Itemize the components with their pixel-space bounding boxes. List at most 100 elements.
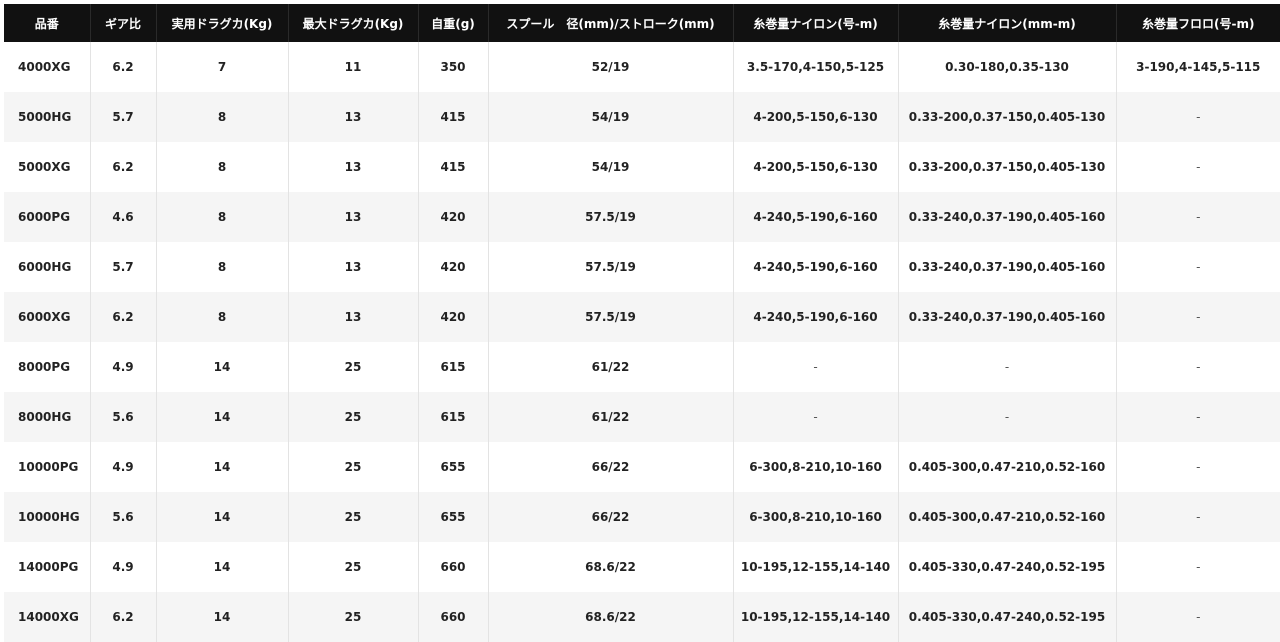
- cell-model: 14000PG: [4, 542, 91, 592]
- header-nylon-gou: 糸巻量ナイロン(号-m): [733, 4, 899, 42]
- header-model: 品番: [4, 4, 91, 42]
- cell-gear-ratio: 6.2: [90, 292, 157, 342]
- cell-practical-drag: 8: [156, 192, 289, 242]
- table-row: 14000XG 6.2 14 25 660 68.6/22 10-195,12-155,14…: [4, 592, 1280, 642]
- header-nylon-mm: 糸巻量ナイロン(mm-m): [898, 4, 1117, 42]
- cell-weight: 660: [418, 592, 489, 642]
- cell-model: 5000HG: [4, 92, 91, 142]
- cell-weight: 350: [418, 42, 489, 92]
- cell-fluoro-gou: -: [1116, 292, 1280, 342]
- cell-practical-drag: 14: [156, 592, 289, 642]
- cell-practical-drag: 8: [156, 242, 289, 292]
- cell-fluoro-gou: -: [1116, 92, 1280, 142]
- cell-nylon-mm: 0.33-200,0.37-150,0.405-130: [898, 92, 1117, 142]
- table-row: 5000HG 5.7 8 13 415 54/19 4-200,5-150,6-130 0.3…: [4, 92, 1280, 142]
- cell-practical-drag: 14: [156, 492, 289, 542]
- cell-max-drag: 25: [288, 592, 419, 642]
- cell-weight: 420: [418, 192, 489, 242]
- cell-max-drag: 13: [288, 242, 419, 292]
- cell-model: 14000XG: [4, 592, 91, 642]
- cell-fluoro-gou: 3-190,4-145,5-115: [1116, 42, 1280, 92]
- cell-nylon-gou: 4-240,5-190,6-160: [733, 192, 899, 242]
- cell-spool-stroke: 57.5/19: [488, 242, 734, 292]
- cell-practical-drag: 8: [156, 92, 289, 142]
- table-row: 8000HG 5.6 14 25 615 61/22- - -: [4, 392, 1280, 442]
- table-body: 4000XG 6.2 7 11 350 52/19 3.5-170,4-150,5-125 0…: [4, 42, 1280, 642]
- cell-model: 8000HG: [4, 392, 91, 442]
- reel-spec-table: 品番 ギア比 実用ドラグカ(Kg) 最大ドラグカ(Kg) 自重(g) スプール …: [4, 4, 1280, 642]
- cell-nylon-gou: 4-240,5-190,6-160: [733, 292, 899, 342]
- cell-weight: 415: [418, 142, 489, 192]
- cell-weight: 415: [418, 92, 489, 142]
- cell-model: 6000HG: [4, 242, 91, 292]
- header-weight: 自重(g): [418, 4, 489, 42]
- cell-max-drag: 13: [288, 142, 419, 192]
- cell-fluoro-gou: -: [1116, 192, 1280, 242]
- table-row: 5000XG 6.2 8 13 415 54/19 4-200,5-150,6-130 0.3…: [4, 142, 1280, 192]
- cell-practical-drag: 14: [156, 342, 289, 392]
- cell-nylon-gou: 10-195,12-155,14-140: [733, 542, 899, 592]
- cell-spool-stroke: 54/19: [488, 142, 734, 192]
- cell-nylon-mm: 0.33-200,0.37-150,0.405-130: [898, 142, 1117, 192]
- cell-model: 4000XG: [4, 42, 91, 92]
- cell-gear-ratio: 5.7: [90, 242, 157, 292]
- cell-nylon-mm: 0.405-300,0.47-210,0.52-160: [898, 492, 1117, 542]
- cell-nylon-gou: -: [733, 342, 899, 392]
- cell-nylon-gou: 4-240,5-190,6-160: [733, 242, 899, 292]
- cell-gear-ratio: 4.6: [90, 192, 157, 242]
- cell-fluoro-gou: -: [1116, 342, 1280, 392]
- cell-fluoro-gou: -: [1116, 542, 1280, 592]
- table-header: 品番 ギア比 実用ドラグカ(Kg) 最大ドラグカ(Kg) 自重(g) スプール …: [4, 4, 1280, 42]
- cell-gear-ratio: 5.6: [90, 492, 157, 542]
- cell-nylon-gou: 6-300,8-210,10-160: [733, 492, 899, 542]
- cell-max-drag: 25: [288, 392, 419, 442]
- cell-nylon-mm: 0.405-300,0.47-210,0.52-160: [898, 442, 1117, 492]
- cell-weight: 420: [418, 242, 489, 292]
- cell-practical-drag: 8: [156, 292, 289, 342]
- cell-weight: 420: [418, 292, 489, 342]
- cell-spool-stroke: 61/22: [488, 342, 734, 392]
- cell-max-drag: 25: [288, 442, 419, 492]
- cell-practical-drag: 8: [156, 142, 289, 192]
- cell-gear-ratio: 6.2: [90, 142, 157, 192]
- table-row: 8000PG 4.9 14 25 615 61/22- - -: [4, 342, 1280, 392]
- cell-gear-ratio: 4.9: [90, 542, 157, 592]
- cell-practical-drag: 14: [156, 392, 289, 442]
- cell-practical-drag: 14: [156, 542, 289, 592]
- cell-gear-ratio: 4.9: [90, 342, 157, 392]
- cell-max-drag: 11: [288, 42, 419, 92]
- cell-nylon-mm: 0.33-240,0.37-190,0.405-160: [898, 242, 1117, 292]
- cell-gear-ratio: 6.2: [90, 592, 157, 642]
- cell-max-drag: 13: [288, 292, 419, 342]
- cell-fluoro-gou: -: [1116, 492, 1280, 542]
- cell-spool-stroke: 61/22: [488, 392, 734, 442]
- table-row: 4000XG 6.2 7 11 350 52/19 3.5-170,4-150,5-125 0…: [4, 42, 1280, 92]
- table-row: 10000PG 4.9 14 25 655 66/22 6-300,8-210,10-160…: [4, 442, 1280, 492]
- table-row: 10000HG 5.6 14 25 655 66/22 6-300,8-210,10-160…: [4, 492, 1280, 542]
- cell-model: 10000PG: [4, 442, 91, 492]
- cell-nylon-mm: 0.405-330,0.47-240,0.52-195: [898, 592, 1117, 642]
- cell-model: 10000HG: [4, 492, 91, 542]
- cell-nylon-mm: 0.405-330,0.47-240,0.52-195: [898, 542, 1117, 592]
- cell-max-drag: 25: [288, 492, 419, 542]
- cell-nylon-mm: 0.33-240,0.37-190,0.405-160: [898, 292, 1117, 342]
- cell-spool-stroke: 52/19: [488, 42, 734, 92]
- cell-nylon-gou: 10-195,12-155,14-140: [733, 592, 899, 642]
- header-max-drag: 最大ドラグカ(Kg): [288, 4, 419, 42]
- header-spool-stroke: スプール 径(mm)/ストローク(mm): [488, 4, 734, 42]
- cell-gear-ratio: 5.7: [90, 92, 157, 142]
- cell-fluoro-gou: -: [1116, 392, 1280, 442]
- cell-gear-ratio: 6.2: [90, 42, 157, 92]
- cell-nylon-mm: 0.33-240,0.37-190,0.405-160: [898, 192, 1117, 242]
- cell-weight: 615: [418, 342, 489, 392]
- cell-gear-ratio: 4.9: [90, 442, 157, 492]
- cell-max-drag: 25: [288, 342, 419, 392]
- header-gear-ratio: ギア比: [90, 4, 157, 42]
- cell-spool-stroke: 66/22: [488, 442, 734, 492]
- cell-model: 6000PG: [4, 192, 91, 242]
- cell-spool-stroke: 57.5/19: [488, 292, 734, 342]
- cell-model: 6000XG: [4, 292, 91, 342]
- cell-practical-drag: 7: [156, 42, 289, 92]
- cell-nylon-mm: -: [898, 342, 1117, 392]
- cell-gear-ratio: 5.6: [90, 392, 157, 442]
